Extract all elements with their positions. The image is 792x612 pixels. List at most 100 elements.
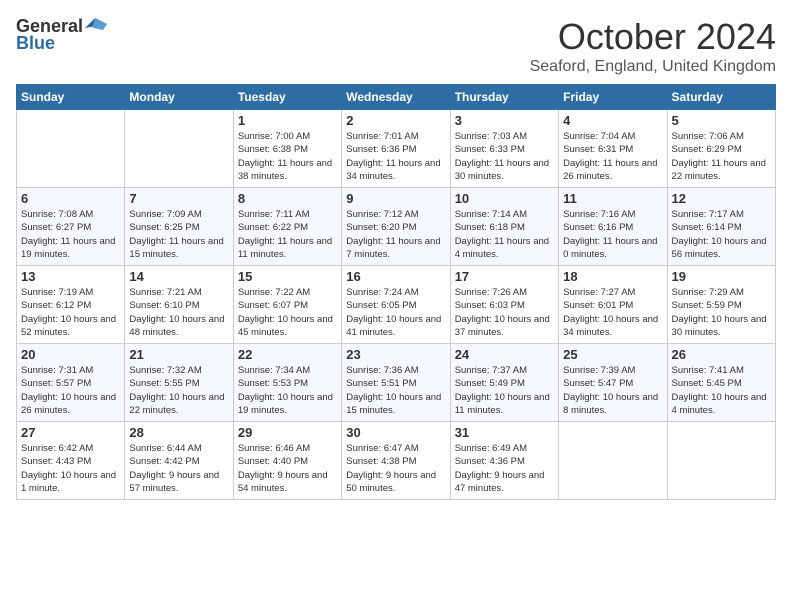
day-info: Sunrise: 7:34 AM Sunset: 5:53 PM Dayligh…: [238, 364, 337, 417]
day-number: 15: [238, 269, 337, 284]
day-info: Sunrise: 7:31 AM Sunset: 5:57 PM Dayligh…: [21, 364, 120, 417]
day-number: 14: [129, 269, 228, 284]
day-info: Sunrise: 7:12 AM Sunset: 6:20 PM Dayligh…: [346, 208, 445, 261]
day-info: Sunrise: 7:24 AM Sunset: 6:05 PM Dayligh…: [346, 286, 445, 339]
day-info: Sunrise: 7:36 AM Sunset: 5:51 PM Dayligh…: [346, 364, 445, 417]
day-number: 12: [672, 191, 771, 206]
day-info: Sunrise: 7:09 AM Sunset: 6:25 PM Dayligh…: [129, 208, 228, 261]
day-info: Sunrise: 7:17 AM Sunset: 6:14 PM Dayligh…: [672, 208, 771, 261]
day-header-tuesday: Tuesday: [233, 85, 341, 110]
day-info: Sunrise: 7:11 AM Sunset: 6:22 PM Dayligh…: [238, 208, 337, 261]
month-title: October 2024: [530, 16, 776, 58]
day-number: 19: [672, 269, 771, 284]
calendar-cell: 31Sunrise: 6:49 AM Sunset: 4:36 PM Dayli…: [450, 422, 558, 500]
day-info: Sunrise: 6:47 AM Sunset: 4:38 PM Dayligh…: [346, 442, 445, 495]
calendar-week-row: 20 Sunrise: 7:31 AM Sunset: 5:57 PM Dayli…: [17, 344, 776, 422]
calendar-week-row: 27Sunrise: 6:42 AM Sunset: 4:43 PM Dayli…: [17, 422, 776, 500]
day-number: 17: [455, 269, 554, 284]
day-info: Sunrise: 7:32 AM Sunset: 5:55 PM Dayligh…: [129, 364, 228, 417]
day-header-thursday: Thursday: [450, 85, 558, 110]
title-section: October 2024 Seaford, England, United Ki…: [530, 16, 776, 76]
day-info: Sunrise: 7:27 AM Sunset: 6:01 PM Dayligh…: [563, 286, 662, 339]
calendar-week-row: 6Sunrise: 7:08 AM Sunset: 6:27 PM Daylig…: [17, 188, 776, 266]
calendar-cell: 13Sunrise: 7:19 AM Sunset: 6:12 PM Dayli…: [17, 266, 125, 344]
day-number: 18: [563, 269, 662, 284]
logo-blue-text: Blue: [16, 33, 55, 54]
day-header-saturday: Saturday: [667, 85, 775, 110]
day-number: 7: [129, 191, 228, 206]
day-number: 13: [21, 269, 120, 284]
day-number: 22: [238, 347, 337, 362]
calendar-cell: 5 Sunrise: 7:06 AM Sunset: 6:29 PM Daylig…: [667, 110, 775, 188]
calendar-cell: [125, 110, 233, 188]
day-number: 29: [238, 425, 337, 440]
calendar-cell: 8 Sunrise: 7:11 AM Sunset: 6:22 PM Daylig…: [233, 188, 341, 266]
day-info: Sunrise: 7:03 AM Sunset: 6:33 PM Dayligh…: [455, 130, 554, 183]
day-info: Sunrise: 7:16 AM Sunset: 6:16 PM Dayligh…: [563, 208, 662, 261]
day-number: 3: [455, 113, 554, 128]
calendar-cell: 11 Sunrise: 7:16 AM Sunset: 6:16 PM Dayli…: [559, 188, 667, 266]
day-number: 8: [238, 191, 337, 206]
day-info: Sunrise: 7:22 AM Sunset: 6:07 PM Dayligh…: [238, 286, 337, 339]
calendar-cell: 22 Sunrise: 7:34 AM Sunset: 5:53 PM Dayli…: [233, 344, 341, 422]
calendar-cell: 2 Sunrise: 7:01 AM Sunset: 6:36 PM Daylig…: [342, 110, 450, 188]
calendar-cell: 24Sunrise: 7:37 AM Sunset: 5:49 PM Dayli…: [450, 344, 558, 422]
calendar-cell: 30Sunrise: 6:47 AM Sunset: 4:38 PM Dayli…: [342, 422, 450, 500]
calendar-cell: 29 Sunrise: 6:46 AM Sunset: 4:40 PM Dayli…: [233, 422, 341, 500]
calendar-cell: 27Sunrise: 6:42 AM Sunset: 4:43 PM Dayli…: [17, 422, 125, 500]
calendar-cell: 23 Sunrise: 7:36 AM Sunset: 5:51 PM Dayli…: [342, 344, 450, 422]
day-number: 23: [346, 347, 445, 362]
calendar-cell: 20 Sunrise: 7:31 AM Sunset: 5:57 PM Dayli…: [17, 344, 125, 422]
day-header-wednesday: Wednesday: [342, 85, 450, 110]
location-title: Seaford, England, United Kingdom: [530, 58, 776, 76]
calendar-cell: 17 Sunrise: 7:26 AM Sunset: 6:03 PM Dayli…: [450, 266, 558, 344]
calendar-cell: [667, 422, 775, 500]
day-info: Sunrise: 7:14 AM Sunset: 6:18 PM Dayligh…: [455, 208, 554, 261]
day-info: Sunrise: 7:06 AM Sunset: 6:29 PM Dayligh…: [672, 130, 771, 183]
day-number: 27: [21, 425, 120, 440]
day-info: Sunrise: 7:00 AM Sunset: 6:38 PM Dayligh…: [238, 130, 337, 183]
day-info: Sunrise: 7:01 AM Sunset: 6:36 PM Dayligh…: [346, 130, 445, 183]
day-info: Sunrise: 7:04 AM Sunset: 6:31 PM Dayligh…: [563, 130, 662, 183]
day-number: 28: [129, 425, 228, 440]
day-number: 11: [563, 191, 662, 206]
calendar-cell: 26 Sunrise: 7:41 AM Sunset: 5:45 PM Dayli…: [667, 344, 775, 422]
calendar-table: SundayMondayTuesdayWednesdayThursdayFrid…: [16, 84, 776, 500]
day-number: 16: [346, 269, 445, 284]
day-header-sunday: Sunday: [17, 85, 125, 110]
calendar-cell: 14Sunrise: 7:21 AM Sunset: 6:10 PM Dayli…: [125, 266, 233, 344]
day-info: Sunrise: 6:49 AM Sunset: 4:36 PM Dayligh…: [455, 442, 554, 495]
calendar-cell: 7 Sunrise: 7:09 AM Sunset: 6:25 PM Daylig…: [125, 188, 233, 266]
logo: General Blue: [16, 16, 107, 54]
calendar-cell: 25Sunrise: 7:39 AM Sunset: 5:47 PM Dayli…: [559, 344, 667, 422]
logo-bird-icon: [85, 18, 107, 36]
day-info: Sunrise: 7:41 AM Sunset: 5:45 PM Dayligh…: [672, 364, 771, 417]
day-number: 9: [346, 191, 445, 206]
day-header-monday: Monday: [125, 85, 233, 110]
calendar-cell: 19 Sunrise: 7:29 AM Sunset: 5:59 PM Dayli…: [667, 266, 775, 344]
calendar-cell: 21Sunrise: 7:32 AM Sunset: 5:55 PM Dayli…: [125, 344, 233, 422]
calendar-cell: 18 Sunrise: 7:27 AM Sunset: 6:01 PM Dayli…: [559, 266, 667, 344]
day-number: 2: [346, 113, 445, 128]
day-number: 5: [672, 113, 771, 128]
day-number: 20: [21, 347, 120, 362]
calendar-cell: 1Sunrise: 7:00 AM Sunset: 6:38 PM Daylig…: [233, 110, 341, 188]
calendar-cell: 15 Sunrise: 7:22 AM Sunset: 6:07 PM Dayli…: [233, 266, 341, 344]
calendar-cell: 12 Sunrise: 7:17 AM Sunset: 6:14 PM Dayli…: [667, 188, 775, 266]
day-info: Sunrise: 7:26 AM Sunset: 6:03 PM Dayligh…: [455, 286, 554, 339]
calendar-cell: [17, 110, 125, 188]
day-number: 26: [672, 347, 771, 362]
day-header-friday: Friday: [559, 85, 667, 110]
day-info: Sunrise: 7:39 AM Sunset: 5:47 PM Dayligh…: [563, 364, 662, 417]
calendar-cell: 4Sunrise: 7:04 AM Sunset: 6:31 PM Daylig…: [559, 110, 667, 188]
calendar-week-row: 1Sunrise: 7:00 AM Sunset: 6:38 PM Daylig…: [17, 110, 776, 188]
day-info: Sunrise: 7:29 AM Sunset: 5:59 PM Dayligh…: [672, 286, 771, 339]
day-info: Sunrise: 6:46 AM Sunset: 4:40 PM Dayligh…: [238, 442, 337, 495]
calendar-week-row: 13Sunrise: 7:19 AM Sunset: 6:12 PM Dayli…: [17, 266, 776, 344]
calendar-cell: 10 Sunrise: 7:14 AM Sunset: 6:18 PM Dayli…: [450, 188, 558, 266]
calendar-cell: 6Sunrise: 7:08 AM Sunset: 6:27 PM Daylig…: [17, 188, 125, 266]
page-header: General Blue October 2024 Seaford, Engla…: [16, 16, 776, 76]
day-number: 10: [455, 191, 554, 206]
day-number: 24: [455, 347, 554, 362]
calendar-cell: 28Sunrise: 6:44 AM Sunset: 4:42 PM Dayli…: [125, 422, 233, 500]
